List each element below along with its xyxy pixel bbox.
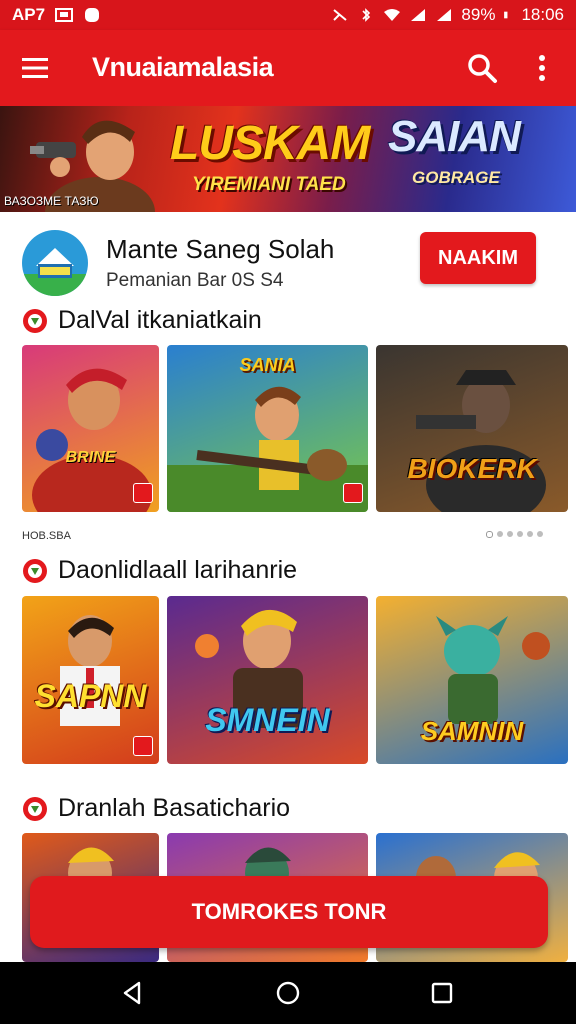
game-badge-icon bbox=[23, 558, 47, 583]
wifi-icon bbox=[384, 9, 401, 21]
game-tile-label: SAPNN bbox=[34, 678, 147, 714]
app-icon[interactable] bbox=[22, 230, 88, 296]
carousel-dot[interactable] bbox=[527, 531, 533, 537]
section-caption: НОВ.SBA bbox=[22, 530, 71, 542]
battery-icon bbox=[504, 11, 508, 19]
install-button[interactable]: NAAKIM bbox=[420, 232, 536, 284]
carousel-dot[interactable] bbox=[486, 531, 493, 538]
banner-headline-left: LUSKAM bbox=[170, 117, 370, 170]
back-triangle-icon[interactable] bbox=[120, 980, 144, 1006]
carousel-dot[interactable] bbox=[537, 531, 543, 537]
notification-icon bbox=[55, 8, 74, 22]
game-badge-icon bbox=[23, 796, 47, 821]
signal-icon bbox=[411, 9, 426, 21]
home-circle-icon[interactable] bbox=[275, 980, 301, 1006]
app-subtitle: Pemanian Bar 0S S4 bbox=[106, 270, 284, 291]
game-tile-badge bbox=[343, 483, 363, 503]
clock: 18:06 bbox=[521, 5, 564, 24]
app-bar: Vnuaiamalasia bbox=[0, 30, 576, 106]
game-tile-badge bbox=[133, 483, 153, 503]
cta-button[interactable]: TOMROKES TONR bbox=[30, 876, 548, 948]
game-tile[interactable]: SAMNIN bbox=[376, 596, 568, 764]
game-tile[interactable]: SANIA bbox=[167, 345, 368, 512]
carousel-dot[interactable] bbox=[507, 531, 513, 537]
game-tile-label: BIOKERK bbox=[407, 453, 537, 484]
search-icon[interactable] bbox=[466, 52, 498, 84]
app-name: Mante Saneg Solah bbox=[106, 234, 335, 264]
recents-square-icon[interactable] bbox=[430, 980, 454, 1006]
game-tile[interactable]: BRINE bbox=[22, 345, 159, 512]
carousel-dot[interactable] bbox=[517, 531, 523, 537]
more-vert-icon[interactable] bbox=[532, 52, 552, 84]
game-tile-label: BRINE bbox=[65, 449, 116, 466]
carousel-dots bbox=[486, 531, 543, 538]
section-title: Dranlah Basatichario bbox=[22, 794, 290, 823]
system-nav-bar bbox=[0, 962, 576, 1024]
game-tile[interactable]: SMNEIN bbox=[167, 596, 368, 764]
battery-percent: 89% bbox=[461, 5, 496, 24]
hamburger-menu-icon[interactable] bbox=[20, 55, 50, 81]
notification-dot-icon bbox=[85, 8, 100, 22]
banner-caption: ВАЗОЗМЕ ТАЗЮ bbox=[4, 194, 99, 208]
carousel-dot[interactable] bbox=[497, 531, 503, 537]
section-title: DalVal itkaniatkain bbox=[22, 306, 262, 335]
bluetooth-icon bbox=[362, 8, 371, 22]
section-title-text: Dranlah Basatichario bbox=[58, 794, 291, 822]
signal-2-icon bbox=[437, 9, 452, 21]
game-tile-label: SAMNIN bbox=[420, 716, 524, 746]
section-title: Daonlidlaall larihanrie bbox=[22, 556, 297, 585]
app-logo-image bbox=[22, 230, 88, 296]
game-tile-label: SMNEIN bbox=[205, 702, 330, 738]
banner-subline-right: GOBRAGE bbox=[412, 168, 500, 187]
game-tile-badge bbox=[133, 736, 153, 756]
game-tile-label: SANIA bbox=[239, 355, 296, 375]
mute-icon bbox=[333, 9, 348, 21]
game-badge-icon bbox=[23, 308, 47, 333]
game-tile[interactable]: SAPNN bbox=[22, 596, 159, 764]
game-art-image bbox=[416, 370, 546, 512]
section-title-text: DalVal itkaniatkain bbox=[58, 306, 262, 334]
app-card: Mante Saneg Solah Pemanian Bar 0S S4 NAA… bbox=[0, 212, 576, 304]
banner-headline-right: SAIAN bbox=[388, 112, 521, 161]
status-bar: AP7 89% 18:06 bbox=[0, 0, 576, 30]
promo-banner[interactable]: LUSKAM SAIAN YIREMIANI TAED GOBRAGE ВАЗО… bbox=[0, 106, 576, 212]
section-title-text: Daonlidlaall larihanrie bbox=[58, 556, 298, 584]
app-title: Vnuaiamalasia bbox=[92, 52, 274, 82]
game-tile[interactable]: BIOKERK bbox=[376, 345, 568, 512]
carrier-label: AP7 bbox=[12, 5, 46, 24]
banner-subline-left: YIREMIANI TAED bbox=[192, 174, 346, 195]
